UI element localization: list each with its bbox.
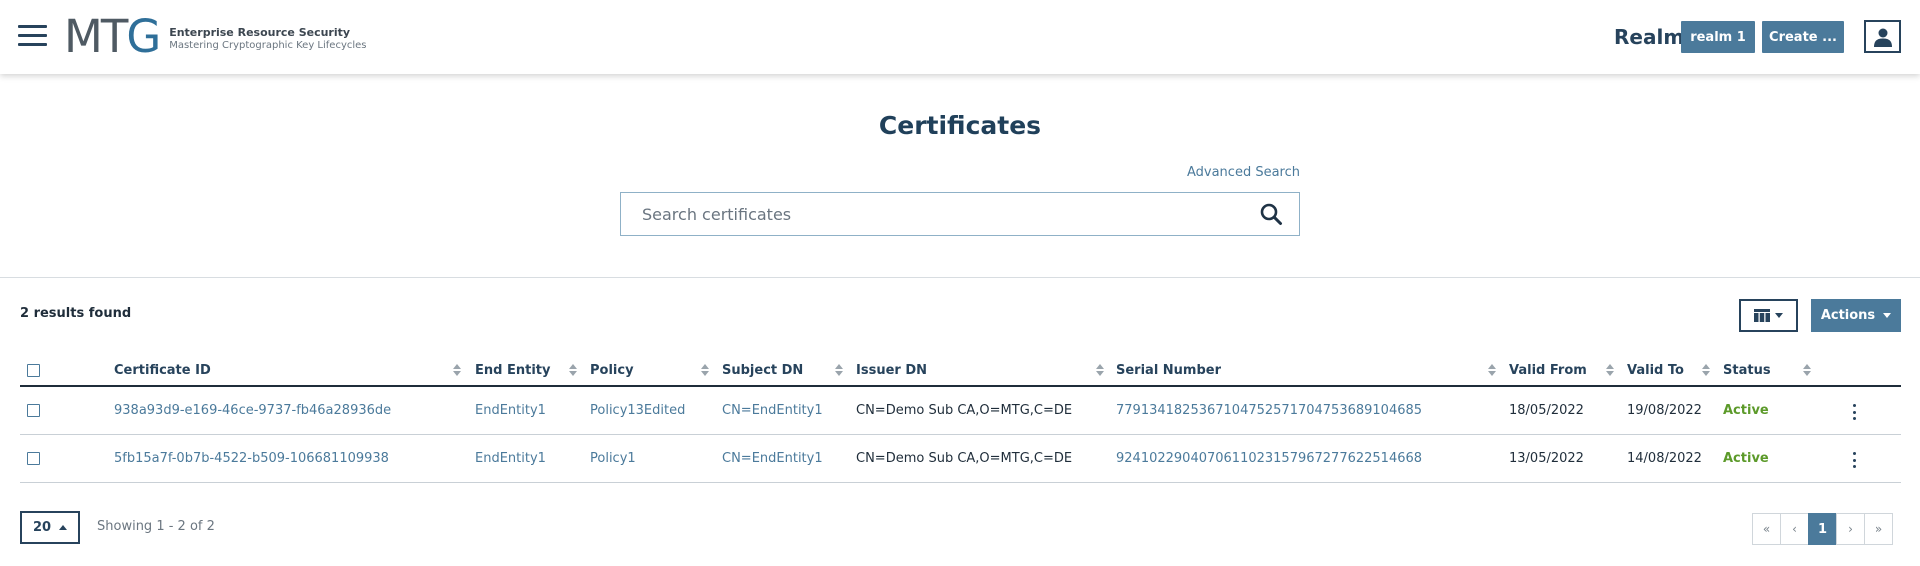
actions-label: Actions <box>1820 308 1876 323</box>
row-menu-icon[interactable] <box>1853 404 1857 420</box>
hamburger-menu-icon[interactable] <box>18 25 47 47</box>
row-checkbox[interactable] <box>27 404 40 417</box>
logo[interactable]: MTG Enterprise Resource Security Masteri… <box>64 14 367 59</box>
sort-icon[interactable] <box>569 364 577 376</box>
table-header: Certificate ID End Entity Policy Subject… <box>20 355 1901 387</box>
column-header-valid-to[interactable]: Valid To <box>1627 363 1684 378</box>
policy-link[interactable]: Policy1 <box>590 451 636 466</box>
actions-button[interactable]: Actions <box>1811 299 1901 332</box>
top-bar: MTG Enterprise Resource Security Masteri… <box>0 0 1920 74</box>
chevron-down-icon <box>1883 313 1892 318</box>
column-chooser-button[interactable] <box>1739 299 1798 332</box>
issuer-dn: CN=Demo Sub CA,O=MTG,C=DE <box>856 451 1073 466</box>
serial-number-link[interactable]: 7791341825367104752571704753689104685 <box>1116 403 1422 418</box>
certificate-id-link[interactable]: 938a93d9-e169-46ce-9737-fb46a28936de <box>114 403 391 418</box>
advanced-search-link[interactable]: Advanced Search <box>1150 165 1300 180</box>
chevron-up-icon <box>59 525 68 530</box>
column-header-policy[interactable]: Policy <box>590 363 634 378</box>
row-menu-icon[interactable] <box>1853 452 1857 468</box>
serial-number-link[interactable]: 9241022904070611023157967277622514668 <box>1116 451 1422 466</box>
page-size-select[interactable]: 20 <box>20 511 80 544</box>
section-divider <box>0 277 1920 278</box>
logo-subtitle: Mastering Cryptographic Key Lifecycles <box>169 39 367 51</box>
column-header-subject-dn[interactable]: Subject DN <box>722 363 803 378</box>
logo-title: Enterprise Resource Security <box>169 25 351 39</box>
create-button[interactable]: Create ... <box>1762 21 1844 53</box>
logo-mark: MT <box>64 9 128 63</box>
column-header-certificate-id[interactable]: Certificate ID <box>114 363 211 378</box>
results-count: 2 results found <box>20 306 132 321</box>
search-input[interactable] <box>621 194 1251 234</box>
valid-to: 14/08/2022 <box>1627 451 1702 466</box>
sort-icon[interactable] <box>1488 364 1496 376</box>
pagination: « ‹ 1 › » <box>1752 513 1893 545</box>
certificate-id-link[interactable]: 5fb15a7f-0b7b-4522-b509-106681109938 <box>114 451 389 466</box>
policy-link[interactable]: Policy13Edited <box>590 403 685 418</box>
status-badge: Active <box>1723 403 1769 418</box>
issuer-dn: CN=Demo Sub CA,O=MTG,C=DE <box>856 403 1073 418</box>
pagination-last[interactable]: » <box>1864 513 1893 545</box>
page-title: Certificates <box>878 111 1042 140</box>
column-header-serial-number[interactable]: Serial Number <box>1116 363 1221 378</box>
realm-select-button[interactable]: realm 1 <box>1681 21 1755 53</box>
sort-icon[interactable] <box>1606 364 1614 376</box>
column-header-issuer-dn[interactable]: Issuer DN <box>856 363 927 378</box>
valid-to: 19/08/2022 <box>1627 403 1702 418</box>
sort-icon[interactable] <box>1702 364 1710 376</box>
showing-range: Showing 1 - 2 of 2 <box>97 519 215 534</box>
logo-mark-accent: G <box>126 9 161 63</box>
certificates-table: Certificate ID End Entity Policy Subject… <box>20 355 1901 483</box>
row-checkbox[interactable] <box>27 452 40 465</box>
pagination-prev[interactable]: ‹ <box>1780 513 1809 545</box>
sort-icon[interactable] <box>1803 364 1811 376</box>
sort-icon[interactable] <box>1096 364 1104 376</box>
pagination-next[interactable]: › <box>1836 513 1865 545</box>
subject-dn-link[interactable]: CN=EndEntity1 <box>722 403 823 418</box>
pagination-current-page[interactable]: 1 <box>1808 513 1837 545</box>
column-header-end-entity[interactable]: End Entity <box>475 363 550 378</box>
end-entity-link[interactable]: EndEntity1 <box>475 403 546 418</box>
sort-icon[interactable] <box>835 364 843 376</box>
subject-dn-link[interactable]: CN=EndEntity1 <box>722 451 823 466</box>
sort-icon[interactable] <box>701 364 709 376</box>
search-icon[interactable] <box>1251 194 1291 234</box>
valid-from: 18/05/2022 <box>1509 403 1584 418</box>
column-header-valid-from[interactable]: Valid From <box>1509 363 1587 378</box>
table-row[interactable]: 938a93d9-e169-46ce-9737-fb46a28936de End… <box>20 387 1901 435</box>
search-box <box>620 192 1300 236</box>
user-icon <box>1873 28 1892 47</box>
page-size-value: 20 <box>32 520 52 535</box>
end-entity-link[interactable]: EndEntity1 <box>475 451 546 466</box>
column-header-status[interactable]: Status <box>1723 363 1771 378</box>
status-badge: Active <box>1723 451 1769 466</box>
select-all-checkbox[interactable] <box>27 364 40 377</box>
pagination-first[interactable]: « <box>1752 513 1781 545</box>
valid-from: 13/05/2022 <box>1509 451 1584 466</box>
table-row[interactable]: 5fb15a7f-0b7b-4522-b509-106681109938 End… <box>20 435 1901 483</box>
sort-icon[interactable] <box>453 364 461 376</box>
chevron-down-icon <box>1775 313 1783 318</box>
user-menu-button[interactable] <box>1864 20 1901 53</box>
table-columns-icon <box>1754 309 1770 322</box>
